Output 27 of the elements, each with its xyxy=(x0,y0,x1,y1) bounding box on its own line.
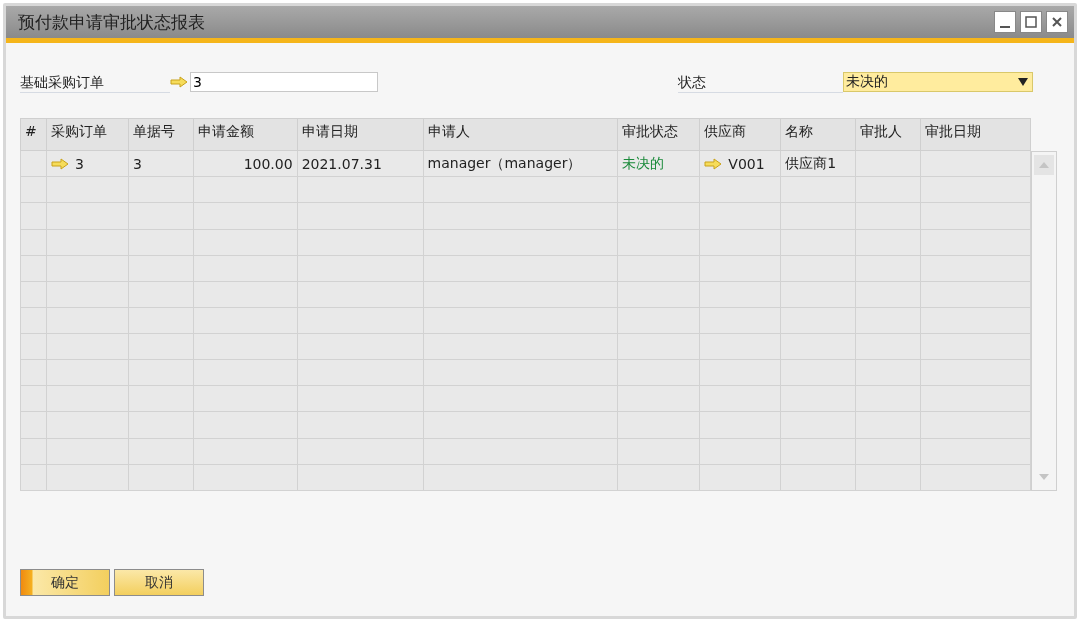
column-header[interactable]: 采购订单 xyxy=(46,118,129,151)
column-header[interactable]: 名称 xyxy=(780,118,856,151)
table-cell: manager（manager） xyxy=(423,150,618,177)
link-arrow-icon[interactable] xyxy=(170,76,188,88)
base-po-field[interactable]: 3 xyxy=(190,72,378,92)
column-header[interactable]: 申请日期 xyxy=(297,118,424,151)
dropdown-caret-icon xyxy=(1018,78,1028,86)
ok-button[interactable]: 确定 xyxy=(20,569,110,596)
window-title: 预付款申请审批状态报表 xyxy=(18,10,205,34)
column-header[interactable]: 审批状态 xyxy=(617,118,700,151)
table-cell: V001 xyxy=(699,150,781,177)
table-cell: 供应商1 xyxy=(780,150,856,177)
status-dropdown[interactable]: 未决的 xyxy=(843,72,1033,92)
table-cell: 2021.07.31 xyxy=(297,150,424,177)
column-header[interactable]: 单据号 xyxy=(128,118,194,151)
base-po-label: 基础采购订单 xyxy=(20,71,170,93)
table-cell: 3 xyxy=(46,150,129,177)
column-header[interactable]: 供应商 xyxy=(699,118,781,151)
column-header[interactable]: 申请人 xyxy=(423,118,618,151)
table-cell: 未决的 xyxy=(617,150,700,177)
table-cell: 100.00 xyxy=(193,150,298,177)
column-header[interactable]: 审批日期 xyxy=(920,118,1031,151)
column-header[interactable]: 审批人 xyxy=(855,118,921,151)
column-header[interactable]: # xyxy=(20,118,47,151)
cancel-button[interactable]: 取消 xyxy=(114,569,204,596)
column-header[interactable]: 申请金额 xyxy=(193,118,298,151)
table-cell: 3 xyxy=(128,150,194,177)
